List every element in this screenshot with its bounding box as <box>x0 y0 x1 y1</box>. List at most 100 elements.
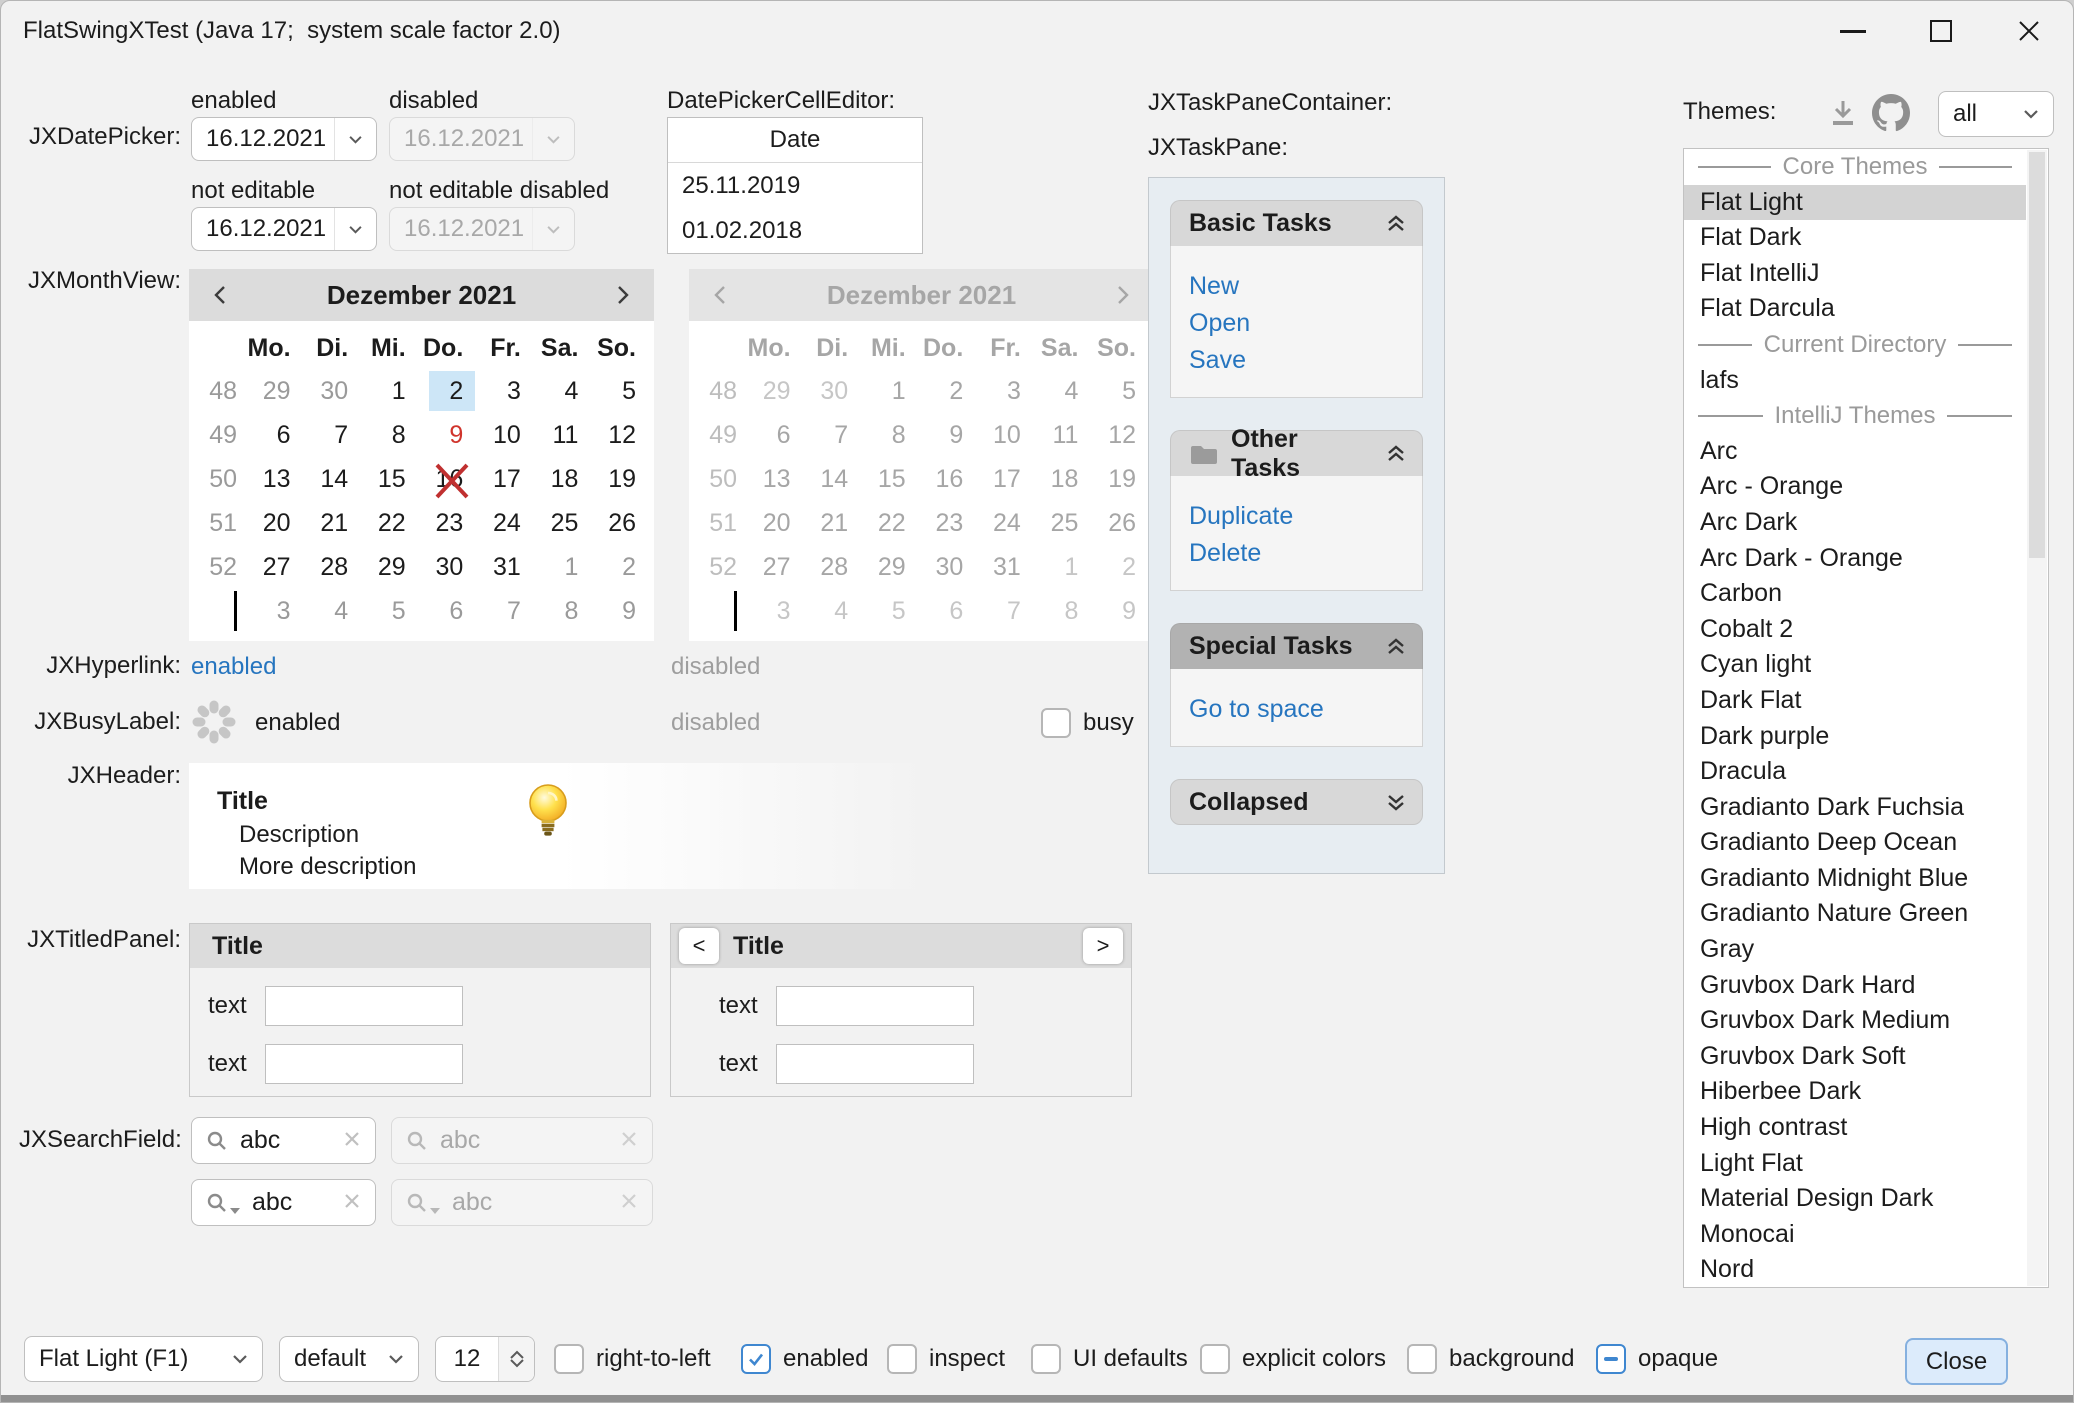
theme-item[interactable]: Arc Dark - Orange <box>1684 541 2026 577</box>
theme-item[interactable]: Flat Dark <box>1684 220 2026 256</box>
close-button[interactable]: Close <box>1905 1338 2008 1385</box>
calendar-day[interactable]: 21 <box>303 503 361 543</box>
calendar-day[interactable]: 2 <box>418 371 476 411</box>
calendar-day[interactable]: 6 <box>245 415 303 455</box>
date-picker-dropdown-button[interactable] <box>334 118 376 160</box>
theme-item[interactable]: Hiberbee Dark <box>1684 1074 2026 1110</box>
date-picker-field[interactable]: 16.12.2021 <box>191 117 377 161</box>
theme-item[interactable]: lafs <box>1684 363 2026 399</box>
theme-item[interactable]: Dracula <box>1684 754 2026 790</box>
theme-item[interactable]: Gradianto Midnight Blue <box>1684 861 2026 897</box>
theme-item[interactable]: Dark purple <box>1684 719 2026 755</box>
theme-item[interactable]: Gradianto Nature Green <box>1684 896 2026 932</box>
calendar-day[interactable]: 14 <box>303 459 361 499</box>
date-picker-field[interactable]: 16.12.2021 <box>191 207 377 251</box>
themes-filter-combobox[interactable]: all <box>1938 91 2054 137</box>
calendar-day[interactable]: 31 <box>475 547 533 587</box>
theme-item[interactable]: Arc - Orange <box>1684 469 2026 505</box>
scrollbar-thumb[interactable] <box>2029 152 2045 558</box>
theme-item[interactable]: Material Design Dark <box>1684 1181 2026 1217</box>
calendar-day[interactable]: 1 <box>360 371 418 411</box>
busy-checkbox[interactable]: busy <box>1041 700 1134 746</box>
calendar-day[interactable]: 8 <box>360 415 418 455</box>
calendar-day[interactable]: 5 <box>590 371 648 411</box>
text-input[interactable] <box>776 1044 974 1084</box>
calendar-day[interactable]: 12 <box>590 415 648 455</box>
calendar-day[interactable]: 25 <box>533 503 591 543</box>
theme-item[interactable]: Monocai <box>1684 1217 2026 1253</box>
taskpane-link[interactable]: Duplicate <box>1189 498 1422 535</box>
search-field[interactable]: abc <box>191 1179 376 1226</box>
title-right-arrow-button[interactable]: > <box>1083 928 1123 964</box>
themes-scrollbar[interactable] <box>2027 150 2047 1286</box>
theme-item[interactable]: Light Flat <box>1684 1146 2026 1182</box>
theme-item[interactable]: Flat Light <box>1684 185 2026 221</box>
github-link-button[interactable] <box>1869 93 1913 133</box>
taskpane-link[interactable]: New <box>1189 268 1422 305</box>
taskpane-header[interactable]: Other Tasks <box>1170 430 1423 476</box>
opaque-checkbox[interactable]: opaque <box>1596 1336 1718 1382</box>
calendar-day[interactable]: 10 <box>475 415 533 455</box>
spinner-buttons[interactable] <box>498 1337 534 1381</box>
theme-item[interactable]: Gradianto Deep Ocean <box>1684 825 2026 861</box>
search-icon[interactable] <box>206 1130 228 1152</box>
theme-item[interactable]: Gruvbox Dark Soft <box>1684 1039 2026 1075</box>
calendar-day[interactable]: 8 <box>533 591 591 631</box>
calendar-day[interactable]: 15 <box>360 459 418 499</box>
theme-item[interactable]: Arc Dark <box>1684 505 2026 541</box>
theme-item[interactable]: Cyan light <box>1684 647 2026 683</box>
theme-item[interactable]: Cobalt 2 <box>1684 612 2026 648</box>
calendar-day[interactable]: 6 <box>418 591 476 631</box>
text-input[interactable] <box>265 1044 463 1084</box>
minimize-button[interactable] <box>1809 1 1897 61</box>
calendar-day[interactable]: 28 <box>303 547 361 587</box>
calendar-day[interactable]: 7 <box>303 415 361 455</box>
inspect-checkbox[interactable]: inspect <box>887 1336 1005 1382</box>
theme-item[interactable]: Dark Flat <box>1684 683 2026 719</box>
enabled-checkbox[interactable]: enabled <box>741 1336 868 1382</box>
calendar-day[interactable]: 23 <box>418 503 476 543</box>
taskpane-header[interactable]: Basic Tasks <box>1170 200 1423 246</box>
explicit-colors-checkbox[interactable]: explicit colors <box>1200 1336 1386 1382</box>
search-field[interactable]: abc <box>191 1117 376 1164</box>
clear-icon[interactable] <box>343 1126 361 1155</box>
calendar-day[interactable]: 26 <box>590 503 648 543</box>
taskpane-header[interactable]: Collapsed <box>1170 779 1423 825</box>
date-picker-dropdown-button[interactable] <box>334 208 376 250</box>
theme-item[interactable]: Arc <box>1684 434 2026 470</box>
taskpane-link[interactable]: Delete <box>1189 535 1422 572</box>
calendar-day[interactable]: 4 <box>533 371 591 411</box>
laf-combobox[interactable]: Flat Light (F1) <box>24 1336 263 1382</box>
calendar-day[interactable]: 9 <box>418 415 476 455</box>
calendar-day[interactable]: 5 <box>360 591 418 631</box>
theme-item[interactable]: Nord <box>1684 1252 2026 1288</box>
calendar-day[interactable]: 22 <box>360 503 418 543</box>
theme-item[interactable]: Gradianto Dark Fuchsia <box>1684 790 2026 826</box>
calendar-day[interactable]: 29 <box>360 547 418 587</box>
date-cell[interactable]: 01.02.2018 <box>668 208 922 253</box>
theme-item[interactable]: Gruvbox Dark Hard <box>1684 968 2026 1004</box>
calendar-day[interactable]: 16 <box>418 459 476 499</box>
close-window-button[interactable] <box>1985 1 2073 61</box>
calendar-prev-button[interactable] <box>205 285 235 305</box>
title-left-arrow-button[interactable]: < <box>679 928 719 964</box>
calendar-day[interactable]: 29 <box>245 371 303 411</box>
calendar-day[interactable]: 7 <box>475 591 533 631</box>
hyperlink-enabled[interactable]: enabled <box>191 653 276 681</box>
search-with-menu-icon[interactable] <box>206 1192 240 1214</box>
theme-item[interactable]: Flat IntelliJ <box>1684 256 2026 292</box>
taskpane-link[interactable]: Go to space <box>1189 691 1422 728</box>
calendar-day[interactable]: 19 <box>590 459 648 499</box>
calendar-day[interactable]: 20 <box>245 503 303 543</box>
calendar-day[interactable]: 18 <box>533 459 591 499</box>
taskpane-link[interactable]: Open <box>1189 305 1422 342</box>
date-cell[interactable]: 25.11.2019 <box>668 163 922 208</box>
collapse-chevrons-icon[interactable] <box>1384 635 1408 659</box>
taskpane-link[interactable]: Save <box>1189 342 1422 379</box>
calendar-day[interactable]: 17 <box>475 459 533 499</box>
calendar-day[interactable]: 13 <box>245 459 303 499</box>
calendar-next-button[interactable] <box>608 285 638 305</box>
theme-item[interactable]: High contrast <box>1684 1110 2026 1146</box>
calendar-day[interactable]: 27 <box>245 547 303 587</box>
ui-defaults-checkbox[interactable]: UI defaults <box>1031 1336 1188 1382</box>
